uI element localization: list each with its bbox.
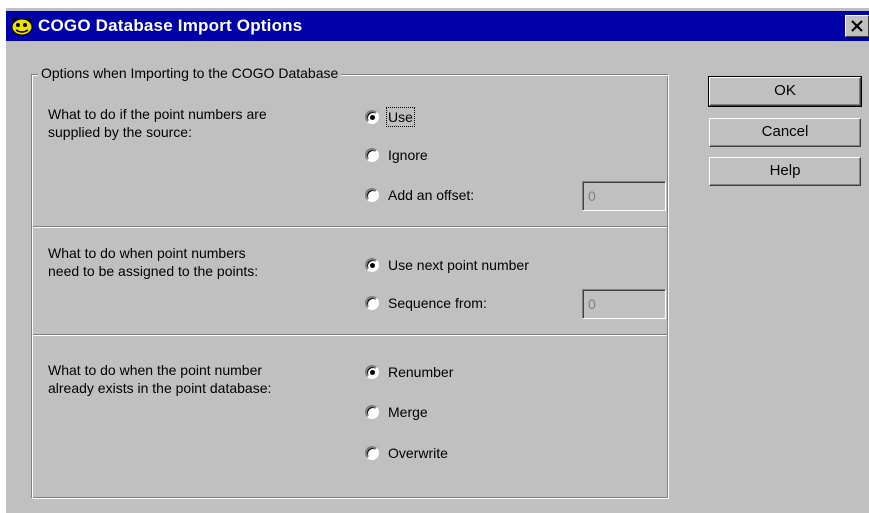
- section-divider: [33, 334, 667, 336]
- radio-merge[interactable]: Merge: [365, 404, 428, 420]
- radio-button-checked[interactable]: [365, 365, 379, 379]
- question-number-exists: What to do when the point number already…: [48, 362, 272, 396]
- radio-use-next-point-number[interactable]: Use next point number: [365, 257, 529, 273]
- question-supplied-numbers: What to do if the point numbers are supp…: [48, 106, 267, 140]
- radio-button[interactable]: [365, 405, 379, 419]
- radio-button-checked[interactable]: [365, 110, 379, 124]
- window-title: COGO Database Import Options: [38, 16, 303, 35]
- radio-label-ignore: Ignore: [388, 147, 428, 163]
- dialog-window: COGO Database Import Options Options whe…: [6, 8, 869, 513]
- radio-button[interactable]: [365, 296, 379, 310]
- radio-use[interactable]: Use: [365, 107, 415, 127]
- radio-label-use: Use: [386, 107, 415, 127]
- close-button[interactable]: [845, 15, 869, 37]
- import-options-group: Options when Importing to the COGO Datab…: [31, 65, 669, 499]
- group-legend: Options when Importing to the COGO Datab…: [38, 65, 342, 81]
- radio-ignore[interactable]: Ignore: [365, 147, 428, 163]
- title-bar[interactable]: COGO Database Import Options: [6, 11, 869, 41]
- offset-field[interactable]: 0: [582, 181, 666, 211]
- radio-button-checked[interactable]: [365, 258, 379, 272]
- radio-label-use-next: Use next point number: [388, 257, 529, 273]
- cogo-app-icon: [10, 15, 34, 37]
- radio-label-renumber: Renumber: [388, 364, 454, 380]
- radio-add-offset[interactable]: Add an offset:: [365, 187, 474, 203]
- close-icon: [851, 20, 863, 32]
- radio-sequence-from[interactable]: Sequence from:: [365, 295, 487, 311]
- radio-label-overwrite: Overwrite: [388, 445, 448, 461]
- radio-renumber[interactable]: Renumber: [365, 364, 453, 380]
- sequence-from-field[interactable]: 0: [582, 289, 666, 319]
- radio-overwrite[interactable]: Overwrite: [365, 445, 448, 461]
- radio-button[interactable]: [365, 446, 379, 460]
- question-assign-numbers: What to do when point numbers need to be…: [48, 245, 259, 279]
- radio-label-sequence-from: Sequence from:: [388, 295, 487, 311]
- radio-button[interactable]: [365, 188, 379, 202]
- cancel-button[interactable]: Cancel: [709, 118, 861, 147]
- section-divider: [33, 226, 667, 228]
- radio-button[interactable]: [365, 148, 379, 162]
- help-button[interactable]: Help: [709, 157, 861, 186]
- radio-label-add-offset: Add an offset:: [388, 187, 475, 203]
- radio-label-merge: Merge: [388, 404, 428, 420]
- ok-button[interactable]: OK: [708, 76, 862, 107]
